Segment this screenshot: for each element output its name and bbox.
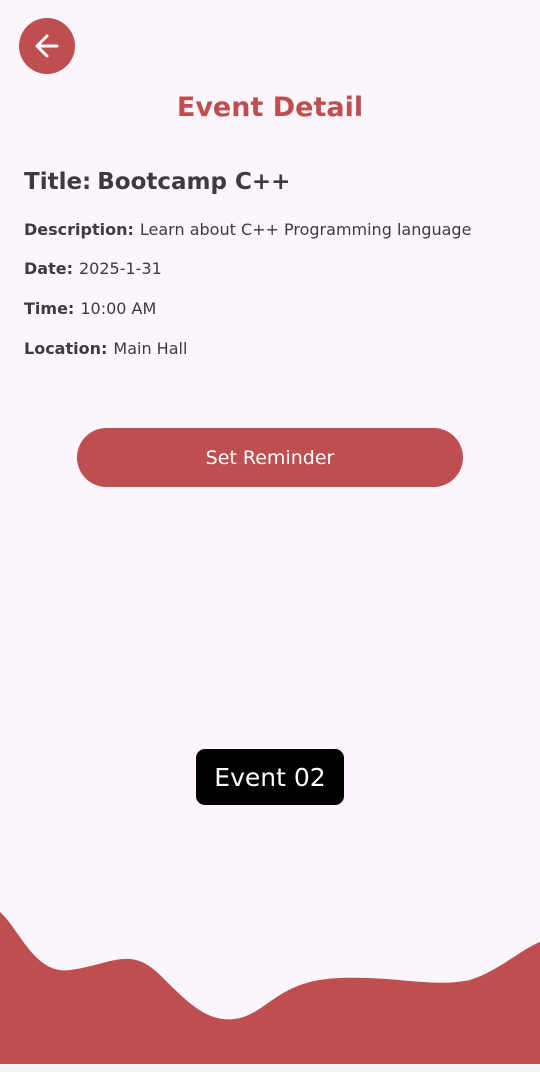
event-date-value: 2025-1-31	[78, 259, 162, 278]
event-description-value: Learn about C++ Programming language	[139, 220, 472, 239]
event-title-value: Bootcamp C++	[97, 169, 291, 195]
event-location-value: Main Hall	[113, 339, 188, 358]
toast-message: Event 02	[196, 749, 344, 805]
arrow-left-icon	[35, 34, 59, 58]
event-time-value: 10:00 AM	[80, 299, 157, 318]
event-description: Description: Learn about C++ Programming …	[24, 220, 471, 239]
page-title: Event Detail	[176, 92, 364, 123]
bottom-bar	[0, 1064, 540, 1072]
back-button[interactable]	[19, 18, 75, 74]
event-date: Date: 2025-1-31	[24, 259, 162, 278]
bottom-wave-decoration	[0, 912, 540, 1064]
event-time: Time: 10:00 AM	[24, 299, 156, 318]
event-location-label: Location:	[24, 339, 108, 358]
event-description-label: Description:	[24, 220, 134, 239]
event-title-label: Title:	[24, 169, 92, 195]
event-title: Title: Bootcamp C++	[24, 169, 290, 195]
event-time-label: Time:	[24, 299, 75, 318]
event-location: Location: Main Hall	[24, 339, 187, 358]
set-reminder-button[interactable]: Set Reminder	[77, 428, 463, 487]
event-date-label: Date:	[24, 259, 73, 278]
